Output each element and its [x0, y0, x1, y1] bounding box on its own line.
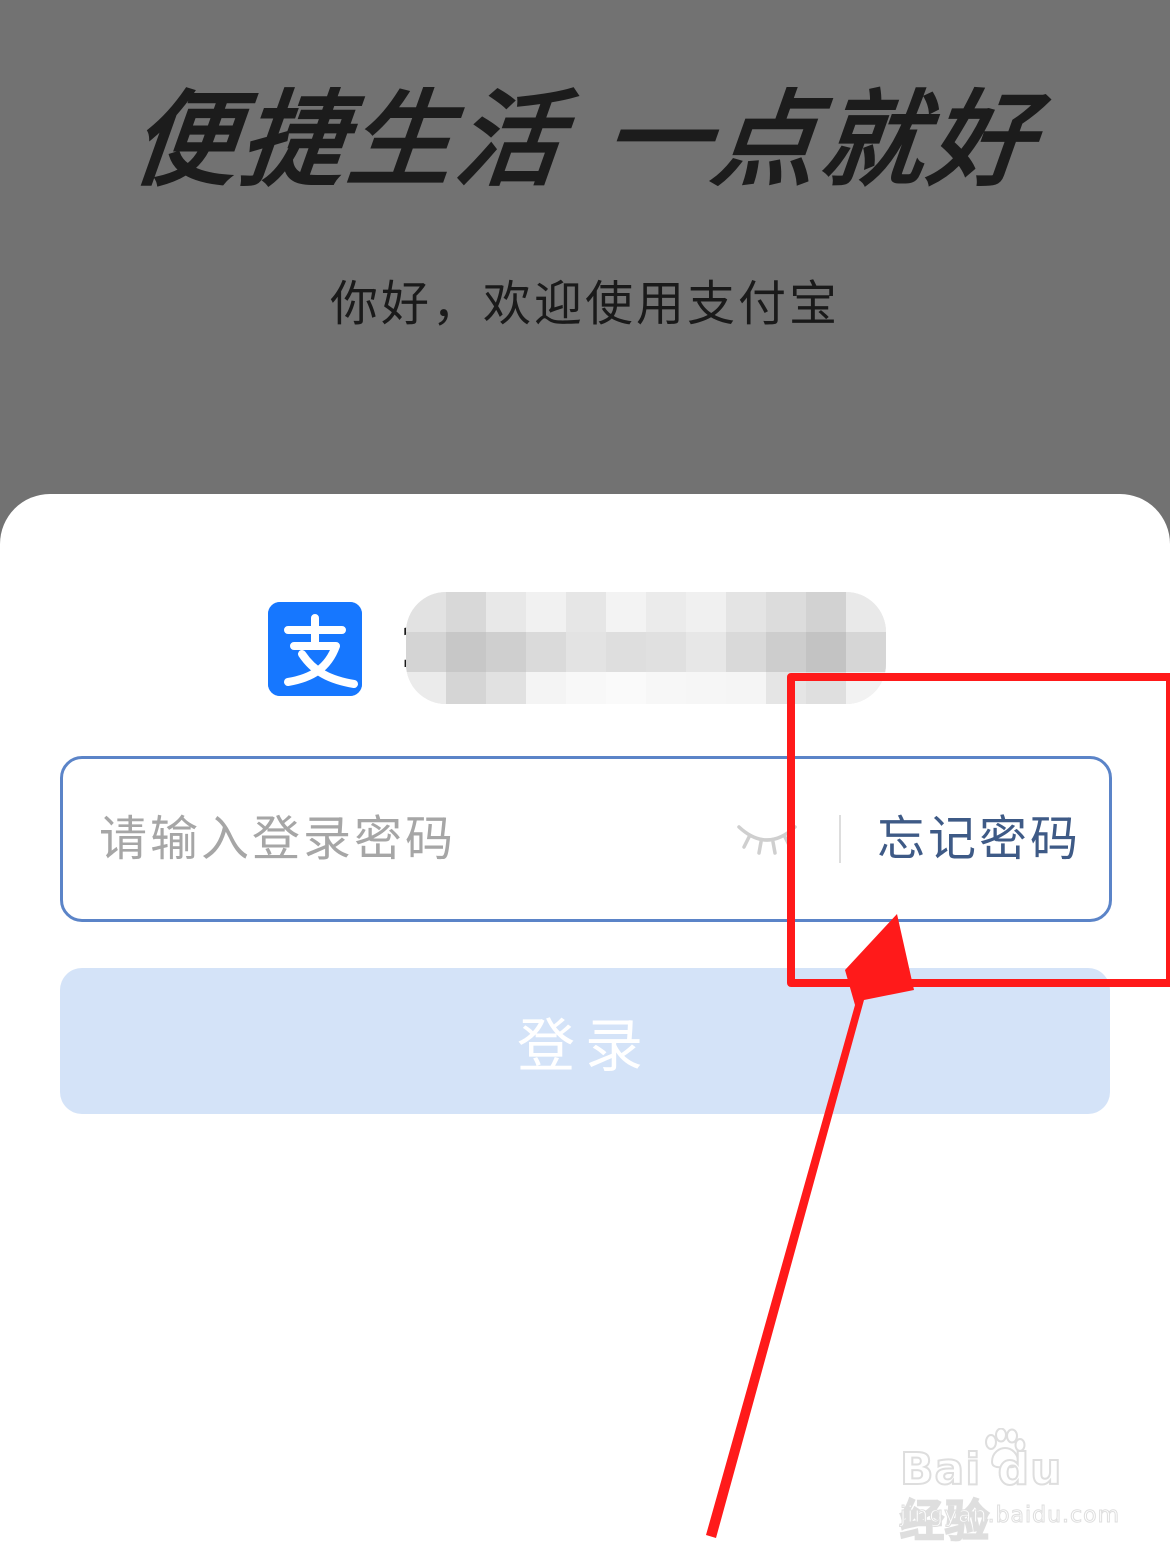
forgot-password-link[interactable]: 忘记密码 — [877, 799, 1081, 879]
slogan-heading: 便捷生活 一点就好 — [126, 79, 1044, 201]
login-sheet: 1 7 — [0, 494, 1170, 1555]
eye-closed-icon[interactable] — [735, 817, 799, 857]
welcome-text: 你好，欢迎使用支付宝 — [329, 276, 840, 332]
privacy-mosaic — [406, 592, 886, 704]
baidu-jingyan-watermark: Bai du 经验 jingyan.baidu.com — [896, 1428, 1120, 1548]
watermark-url: jingyan.baidu.com — [899, 1503, 1121, 1529]
password-field-container: 忘记密码 — [60, 756, 1112, 922]
login-button[interactable]: 登录 — [60, 968, 1110, 1114]
watermark-brand: Bai du 经验 — [899, 1443, 1063, 1548]
alipay-logo-icon — [268, 602, 362, 696]
field-divider — [839, 815, 841, 863]
password-input[interactable] — [99, 799, 719, 879]
account-row: 1 7 — [268, 592, 908, 704]
hero-banner: 便捷生活 一点就好 你好，欢迎使用支付宝 — [0, 0, 1170, 520]
